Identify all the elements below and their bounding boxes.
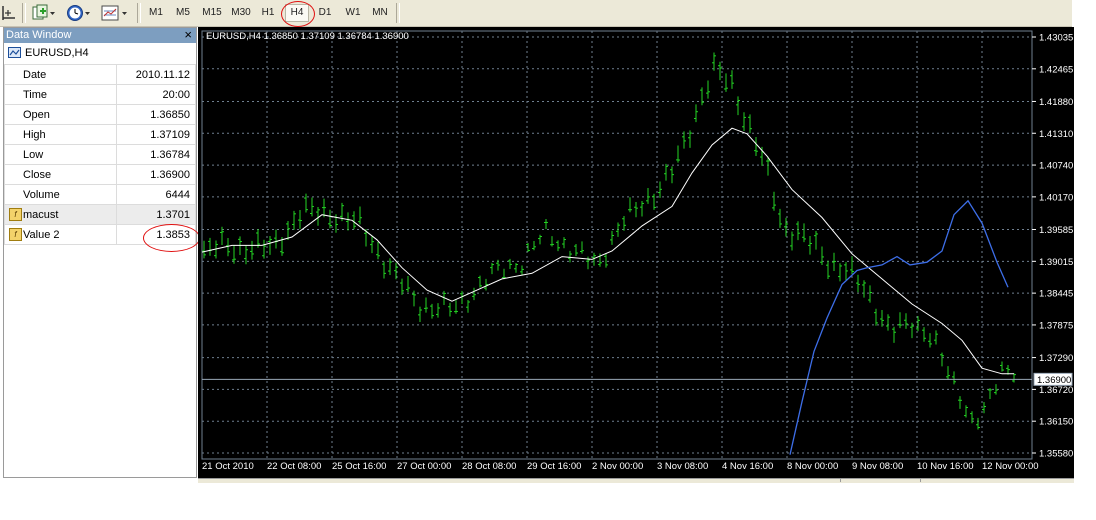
data-window-table: Date 2010.11.12 Time 20:00 Open 1.36850 Hig…	[4, 64, 196, 245]
data-row-time: Time 20:00	[4, 84, 196, 105]
price-label: 1.42465	[1039, 64, 1073, 75]
symbol-label: EURUSD,H4	[25, 47, 89, 59]
price-label: 1.41310	[1039, 129, 1073, 140]
timeframe-h1[interactable]: H1	[258, 5, 278, 21]
row-value: 1.36784	[116, 144, 196, 165]
time-label: 28 Oct 08:00	[462, 461, 516, 472]
row-label: Date	[4, 64, 117, 85]
row-value: 20:00	[116, 84, 196, 105]
time-label: 22 Oct 08:00	[267, 461, 321, 472]
data-row-date: Date 2010.11.12	[4, 64, 196, 85]
chart-type-icon[interactable]	[101, 4, 129, 22]
data-row-volume: Volume 6444	[4, 184, 196, 205]
row-label: Low	[4, 144, 117, 165]
plot-frame	[201, 30, 1033, 460]
time-label: 21 Oct 2010	[202, 461, 254, 472]
data-row-close: Close 1.36900	[4, 164, 196, 185]
price-label: 1.39585	[1039, 225, 1073, 236]
data-window-panel: Data Window × EURUSD,H4 Date 2010.11.12 T…	[3, 27, 200, 478]
new-order-icon[interactable]	[32, 4, 56, 22]
toolbar: M1 M5 M15 M30 H1 H4 D1 W1 MN	[0, 0, 1072, 27]
row-label: Time	[4, 84, 117, 105]
toolbar-separator	[137, 3, 141, 23]
clock-icon[interactable]	[66, 4, 92, 22]
row-value: 6444	[116, 184, 196, 205]
price-label: 1.37875	[1039, 320, 1073, 331]
row-label: f Value 2	[4, 224, 117, 245]
time-label: 25 Oct 16:00	[332, 461, 386, 472]
indicator-icon: f	[9, 208, 22, 221]
price-label: 1.36150	[1039, 417, 1073, 428]
value2-line	[789, 199, 1009, 455]
row-label: Close	[4, 164, 117, 185]
row-label: f macust	[4, 204, 117, 225]
time-label: 4 Nov 16:00	[722, 461, 773, 472]
price-label: 1.37290	[1039, 353, 1073, 364]
time-label: 2 Nov 00:00	[592, 461, 643, 472]
timeframe-w1[interactable]: W1	[342, 5, 364, 21]
terminal-tab[interactable]	[198, 479, 841, 482]
data-window-symbol-row: EURUSD,H4	[4, 44, 196, 63]
price-label: 1.41880	[1039, 97, 1073, 108]
row-label-text: macust	[23, 208, 59, 221]
price-label: 1.43035	[1039, 33, 1073, 44]
indicator-icon: f	[9, 228, 22, 241]
terminal-tab[interactable]	[920, 479, 1071, 482]
row-label: High	[4, 124, 117, 145]
h4-highlight-ellipse	[281, 1, 315, 27]
timeframe-m15[interactable]: M15	[199, 5, 225, 21]
row-value: 2010.11.12	[116, 64, 196, 85]
terminal-tab-strip	[198, 478, 1074, 483]
data-row-low: Low 1.36784	[4, 144, 196, 165]
chart-symbol-icon	[8, 47, 21, 58]
row-value: 1.37109	[116, 124, 196, 145]
chart-header: EURUSD,H4 1.36850 1.37109 1.36784 1.3690…	[206, 31, 409, 42]
row-value: 1.3701	[116, 204, 196, 225]
row-label: Open	[4, 104, 117, 125]
data-row-open: Open 1.36850	[4, 104, 196, 125]
data-window-title: Data Window	[6, 29, 72, 41]
timeframe-m5[interactable]: M5	[173, 5, 193, 21]
timeframe-d1[interactable]: D1	[315, 5, 335, 21]
data-window-title-bar[interactable]: Data Window ×	[4, 28, 196, 43]
value2-highlight-ellipse	[143, 224, 200, 252]
row-value: 1.36900	[116, 164, 196, 185]
crosshair-icon[interactable]	[1, 4, 17, 22]
close-icon[interactable]: ×	[184, 28, 192, 42]
time-label: 9 Nov 08:00	[852, 461, 903, 472]
timeframe-m30[interactable]: M30	[228, 5, 254, 21]
row-label-text: Value 2	[23, 228, 60, 241]
price-label: 1.40740	[1039, 161, 1073, 172]
row-value: 1.36850	[116, 104, 196, 125]
toolbar-separator	[22, 3, 26, 23]
timeframe-mn[interactable]: MN	[368, 5, 392, 21]
price-label: 1.39015	[1039, 257, 1073, 268]
time-label: 3 Nov 08:00	[657, 461, 708, 472]
data-row-macust: f macust 1.3701	[4, 204, 196, 225]
toolbar-separator	[396, 3, 400, 23]
price-label: 1.35580	[1039, 449, 1073, 460]
price-chart[interactable]: 1.43035 1.42465 1.41880 1.41310 1.40740 1.401…	[198, 27, 1074, 478]
time-label: 10 Nov 16:00	[917, 461, 974, 472]
price-label: 1.36720	[1039, 385, 1073, 396]
time-label: 27 Oct 00:00	[397, 461, 451, 472]
price-label: 1.38445	[1039, 289, 1073, 300]
price-label: 1.40170	[1039, 192, 1073, 203]
timeframe-m1[interactable]: M1	[146, 5, 166, 21]
row-label: Volume	[4, 184, 117, 205]
time-label: 12 Nov 00:00	[982, 461, 1039, 472]
chart-canvas[interactable]: 1.43035 1.42465 1.41880 1.41310 1.40740 1.401…	[198, 27, 1074, 478]
time-label: 29 Oct 16:00	[527, 461, 581, 472]
time-label: 8 Nov 00:00	[787, 461, 838, 472]
data-row-high: High 1.37109	[4, 124, 196, 145]
current-price-label: 1.36900	[1037, 375, 1071, 386]
